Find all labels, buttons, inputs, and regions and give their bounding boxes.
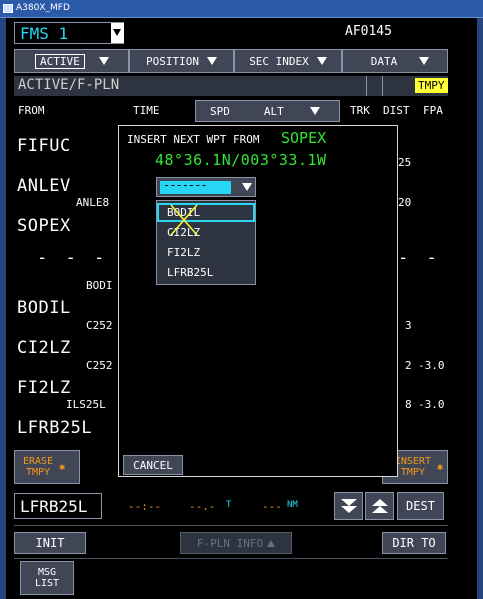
- wpt-input-dropdown[interactable]: -------: [156, 177, 256, 197]
- fms-select-value: FMS 1: [20, 24, 69, 43]
- window-title: A380X_MFD: [16, 3, 70, 13]
- col-from: FROM: [18, 104, 45, 117]
- fpln-wpt-name[interactable]: SOPEX: [17, 216, 71, 236]
- wpt-options-list: BODIL CI2LZ FI2LZ LFRB25L: [156, 200, 256, 285]
- divider: [366, 76, 367, 96]
- fpln-airway: ILS25L: [66, 398, 106, 411]
- dest-track: --.-: [189, 500, 216, 513]
- fpln-airway: ANLE8: [76, 196, 110, 209]
- dest-name: LFRB25L: [20, 497, 88, 516]
- col-dist: DIST: [383, 104, 410, 117]
- fpln-discontinuity-dist: - -: [398, 248, 441, 268]
- msg-list-label: MSG LIST: [34, 567, 60, 589]
- menu-data[interactable]: DATA: [342, 49, 448, 73]
- msg-list-button[interactable]: MSG LIST: [20, 561, 74, 595]
- chevron-down-icon: [316, 57, 327, 65]
- fpln-wpt-name[interactable]: LFRB25L: [17, 418, 92, 438]
- chevron-down-icon: [113, 29, 121, 36]
- col-fpa: FPA: [423, 104, 443, 117]
- menu-position-label: POSITION: [146, 54, 199, 68]
- divider: [382, 76, 383, 96]
- fpln-wpt-name[interactable]: FIFUC: [17, 136, 71, 156]
- fms-select[interactable]: FMS 1: [14, 22, 124, 44]
- fpln-wpt-dist: 20: [398, 196, 412, 209]
- chevron-down-icon: [206, 57, 217, 65]
- insert-next-wpt-dialog: INSERT NEXT WPT FROM SOPEX 48°36.1N/003°…: [118, 125, 398, 477]
- fpln-airway: C252: [86, 319, 113, 332]
- fpln-wpt-dist: 3: [405, 319, 412, 332]
- chevron-down-icon: [309, 107, 320, 115]
- page-title: ACTIVE/F-PLN: [18, 77, 120, 93]
- init-button[interactable]: INIT: [14, 532, 86, 554]
- fpln-info-button[interactable]: F-PLN INFO: [180, 532, 292, 554]
- asterisk-icon: ✱: [59, 461, 66, 473]
- cancel-button[interactable]: CANCEL: [123, 455, 183, 475]
- fpln-wpt-name[interactable]: FI2LZ: [17, 378, 71, 398]
- menu-active[interactable]: ACTIVE: [14, 49, 129, 73]
- erase-tmpy-button[interactable]: ERASE TMPY ✱: [14, 450, 80, 484]
- fpln-wpt-fpa: -3.0: [418, 398, 445, 411]
- dest-button-label: DEST: [406, 499, 435, 513]
- cross-icon: [170, 204, 198, 236]
- wpt-input-value: -------: [163, 178, 208, 192]
- window-titlebar: A380X_MFD: [0, 0, 483, 18]
- dialog-title: INSERT NEXT WPT FROM: [127, 133, 260, 146]
- divider: [14, 525, 448, 526]
- fpln-airway: C252: [86, 359, 113, 372]
- dest-track-unit: T: [226, 500, 232, 510]
- insert-tmpy-label: INSERT TMPY: [394, 456, 431, 478]
- init-label: INIT: [35, 536, 65, 550]
- cancel-label: CANCEL: [133, 458, 173, 472]
- fpln-wpt-dist: 2: [405, 359, 412, 372]
- scroll-up-button[interactable]: [365, 492, 394, 520]
- wpt-option[interactable]: LFRB25L: [157, 263, 255, 282]
- spd-alt-select[interactable]: SPD ALT: [195, 100, 340, 122]
- chevron-down-icon: [419, 57, 430, 65]
- dest-button[interactable]: DEST: [397, 492, 444, 520]
- fpln-wpt-dist: 8: [405, 398, 412, 411]
- page-title-bar: ACTIVE/F-PLN TMPY: [14, 76, 448, 96]
- fms-select-arrow-box: [111, 23, 124, 43]
- chevron-down-icon: [98, 57, 109, 65]
- fpln-wpt-name[interactable]: BODIL: [17, 298, 71, 318]
- fpln-wpt-name[interactable]: CI2LZ: [17, 338, 71, 358]
- menu-sec-index[interactable]: SEC INDEX: [234, 49, 342, 73]
- dest-dist: ---: [262, 500, 282, 513]
- double-chevron-down-icon: [340, 499, 357, 513]
- double-chevron-up-icon: [371, 499, 388, 513]
- fpln-wpt-fpa: -3.0: [418, 359, 445, 372]
- triangle-up-icon: [267, 539, 276, 547]
- wpt-option[interactable]: FI2LZ: [157, 243, 255, 262]
- scroll-down-button[interactable]: [334, 492, 363, 520]
- erase-tmpy-label: ERASE TMPY: [23, 456, 54, 478]
- menu-data-label: DATA: [370, 54, 398, 68]
- dialog-from-wpt: SOPEX: [281, 129, 327, 147]
- dest-time: --:--: [128, 500, 162, 513]
- dest-dist-unit: NM: [287, 500, 298, 510]
- fpln-wpt-dist: 25: [398, 156, 412, 169]
- asterisk-icon: ✱: [436, 461, 443, 473]
- dialog-coords: 48°36.1N/003°33.1W: [155, 151, 327, 169]
- col-spd: SPD: [210, 104, 230, 118]
- fpln-airway: BODI: [86, 279, 113, 292]
- menu-position[interactable]: POSITION: [129, 49, 234, 73]
- chevron-down-icon: [242, 183, 252, 191]
- dest-name-box[interactable]: LFRB25L: [14, 493, 102, 519]
- col-alt: ALT: [263, 104, 284, 118]
- dir-to-label: DIR TO: [392, 536, 436, 550]
- dir-to-button[interactable]: DIR TO: [382, 532, 446, 554]
- tmpy-badge: TMPY: [415, 78, 448, 93]
- col-trk: TRK: [350, 104, 370, 117]
- app-icon: [3, 4, 13, 13]
- col-time: TIME: [133, 104, 160, 117]
- flight-number: AF0145: [345, 24, 392, 39]
- divider: [14, 558, 448, 559]
- menu-active-label: ACTIVE: [35, 53, 85, 69]
- fpln-info-label: F-PLN INFO: [196, 536, 264, 550]
- fpln-wpt-name[interactable]: ANLEV: [17, 176, 71, 196]
- menu-sec-index-label: SEC INDEX: [249, 54, 309, 68]
